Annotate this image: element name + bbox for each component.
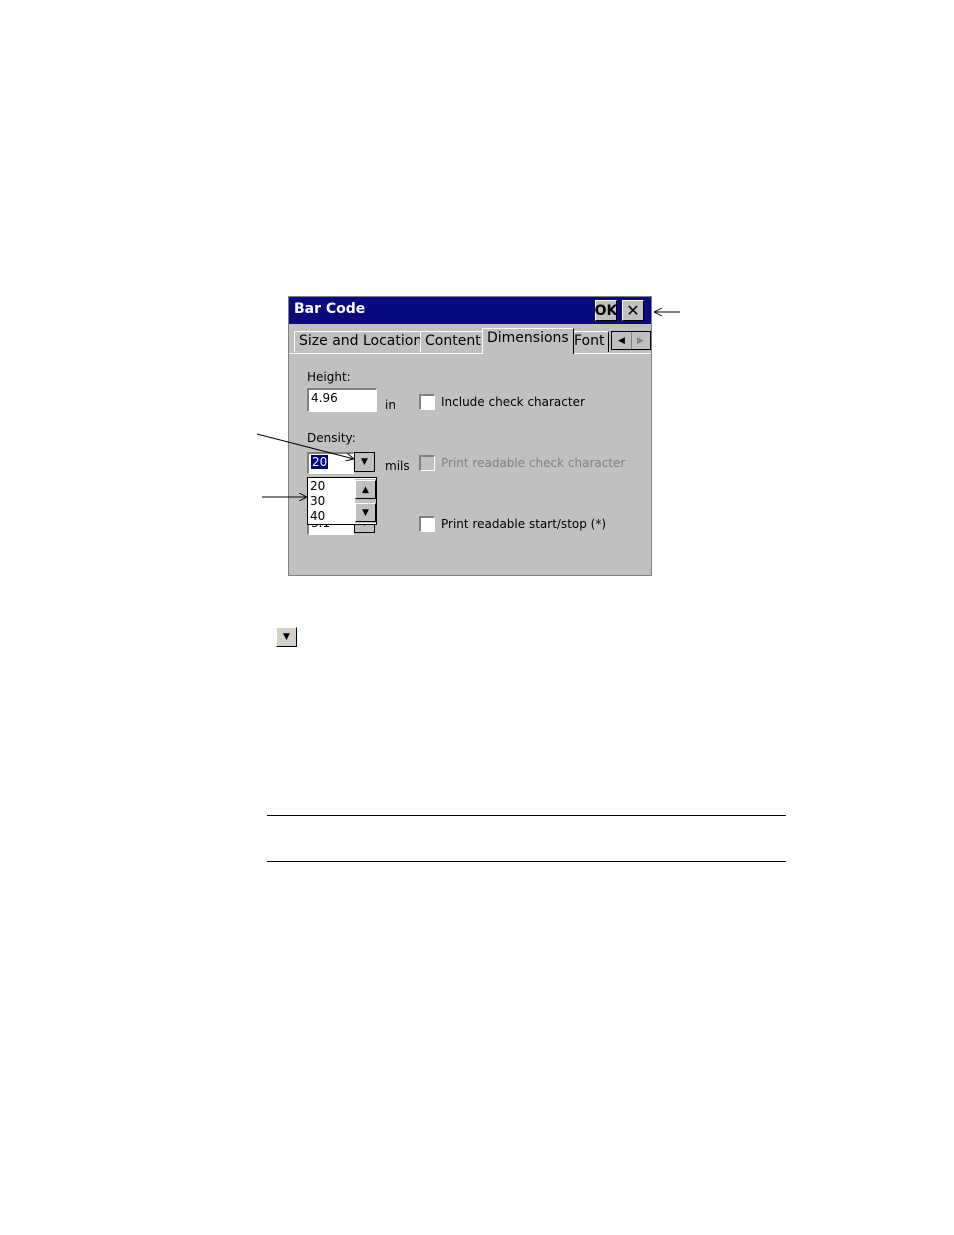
tab-size-and-location[interactable]: Size and Location (294, 331, 428, 352)
horizontal-rule (267, 815, 786, 816)
close-button[interactable]: ✕ (622, 300, 644, 321)
density-dropdown-list: 20 30 40 ▲ ▼ (307, 477, 377, 525)
print-readable-check-character-label: Print readable check character (441, 456, 626, 470)
callout-arrows (256, 0, 680, 1235)
height-label: Height: (307, 370, 351, 384)
tab-font[interactable]: Font (569, 331, 610, 352)
density-option[interactable]: 40 (310, 509, 325, 523)
close-icon: ✕ (626, 301, 640, 320)
density-label: Density: (307, 431, 356, 445)
height-input[interactable]: 4.96 (307, 388, 377, 412)
dropdown-button-icon: ▼ (276, 627, 297, 647)
print-readable-start-stop-label: Print readable start/stop (*) (441, 517, 607, 531)
density-option[interactable]: 20 (310, 479, 325, 493)
tab-content[interactable]: Content (420, 331, 486, 352)
chevron-down-icon: ▼ (283, 632, 290, 642)
right-arrow-icon: ▶ (637, 335, 644, 346)
print-readable-check-character-checkbox (419, 455, 435, 471)
left-arrow-icon: ◀ (618, 335, 625, 346)
height-unit: in (385, 398, 396, 412)
include-check-character-label: Include check character (441, 395, 585, 409)
tab-dimensions[interactable]: Dimensions (482, 328, 574, 354)
title-bar: Bar Code OK ✕ (289, 297, 651, 324)
tab-scroll-control: ◀ ▶ (611, 331, 651, 350)
tab-scroll-left-button[interactable]: ◀ (612, 332, 632, 349)
bar-code-dialog: Bar Code OK ✕ Size and Location Content … (288, 296, 652, 576)
up-arrow-icon: ▲ (362, 484, 369, 495)
print-readable-start-stop-checkbox[interactable] (419, 516, 435, 532)
scroll-up-button[interactable]: ▲ (355, 480, 376, 499)
density-combo-field[interactable]: 20 (307, 452, 354, 474)
chevron-down-icon: ▼ (361, 457, 368, 467)
scroll-down-button[interactable]: ▼ (355, 503, 376, 522)
tab-scroll-right-button[interactable]: ▶ (631, 332, 650, 349)
include-check-character-checkbox[interactable] (419, 394, 435, 410)
horizontal-rule (267, 861, 786, 862)
density-unit: mils (385, 459, 410, 473)
ok-button[interactable]: OK (595, 300, 617, 321)
dropdown-scrollbar[interactable]: ▲ ▼ (355, 479, 376, 523)
density-dropdown-button[interactable]: ▼ (354, 452, 375, 472)
tab-divider (289, 353, 651, 354)
density-value: 20 (311, 455, 329, 469)
down-arrow-icon: ▼ (362, 507, 369, 518)
density-option[interactable]: 30 (310, 494, 325, 508)
window-title: Bar Code (294, 301, 366, 317)
